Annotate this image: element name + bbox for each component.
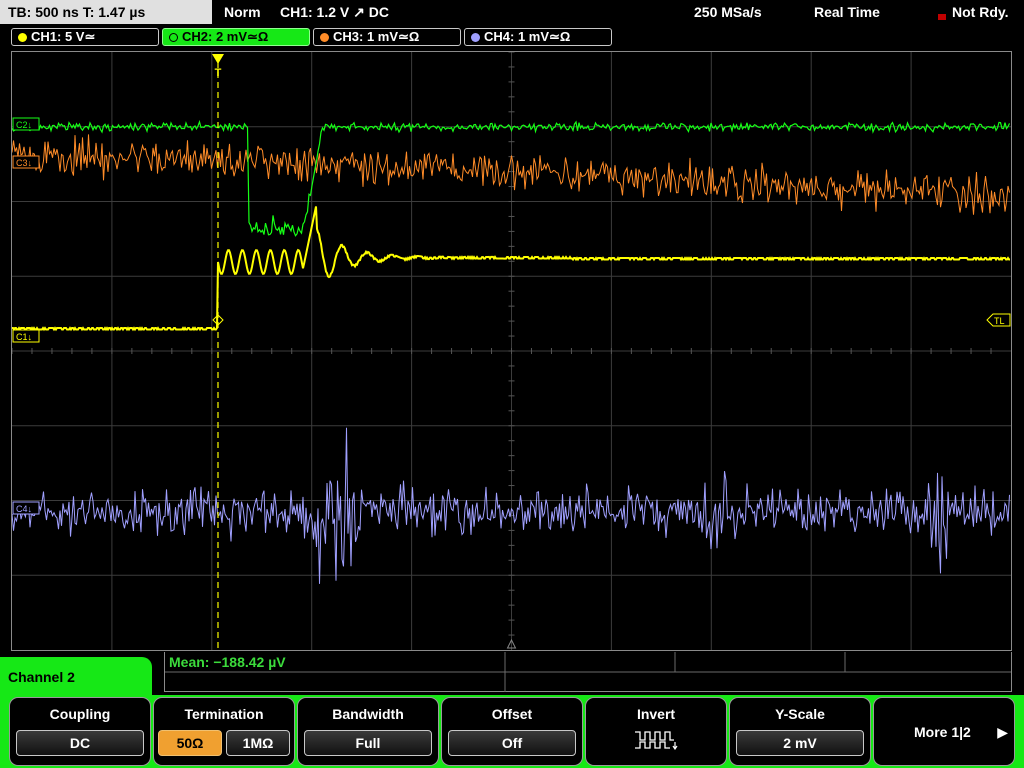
yscale-softkey[interactable]: Y-Scale 2 mV	[729, 697, 871, 766]
measurement-panel	[164, 652, 1012, 692]
ch2-label: CH2: 2 mV≃Ω	[182, 29, 269, 44]
ch1-label: CH1: 5 V≃	[31, 29, 96, 44]
trigger-level-label: TL	[994, 316, 1005, 326]
not-ready-indicator	[938, 14, 946, 20]
invert-title: Invert	[636, 706, 676, 722]
ch2-dot-icon	[169, 33, 178, 42]
trigger-position-label: T	[215, 67, 222, 79]
ch3-trace	[12, 134, 1010, 215]
termination-50ohm-button[interactable]: 50Ω	[158, 730, 222, 756]
acquisition-state: Not Rdy.	[952, 4, 1009, 20]
coupling-title: Coupling	[49, 706, 111, 722]
tab-ch3[interactable]: CH3: 1 mV≃Ω	[313, 28, 461, 46]
termination-softkey[interactable]: Termination 50Ω 1MΩ	[153, 697, 295, 766]
ch4-dot-icon	[471, 33, 480, 42]
channel-menu-title: Channel 2	[8, 669, 75, 685]
trigger-setting[interactable]: CH1: 1.2 V ↗ DC	[280, 0, 389, 24]
bandwidth-softkey[interactable]: Bandwidth Full	[297, 697, 439, 766]
bandwidth-value-button[interactable]: Full	[304, 730, 432, 756]
trigger-position-icon	[212, 54, 224, 64]
tab-ch4[interactable]: CH4: 1 mV≃Ω	[464, 28, 612, 46]
coupling-softkey[interactable]: Coupling DC	[9, 697, 151, 766]
mean-measurement[interactable]: Mean: −188.42 µV	[169, 654, 286, 670]
grid-lines	[12, 52, 1011, 650]
invert-softkey[interactable]: Invert	[585, 697, 727, 766]
ch3-dot-icon	[320, 33, 329, 42]
ch3-label: CH3: 1 mV≃Ω	[333, 29, 420, 44]
ch4-label: CH4: 1 mV≃Ω	[484, 29, 571, 44]
more-softkey[interactable]: More 1|2 ▶	[873, 697, 1015, 766]
next-page-arrow-icon: ▶	[997, 724, 1008, 740]
offset-softkey[interactable]: Offset Off	[441, 697, 583, 766]
acquisition-mode: Real Time	[814, 4, 880, 20]
yscale-value-button[interactable]: 2 mV	[736, 730, 864, 756]
offset-value-button[interactable]: Off	[448, 730, 576, 756]
coupling-value-button[interactable]: DC	[16, 730, 144, 756]
bandwidth-title: Bandwidth	[332, 706, 404, 722]
termination-title: Termination	[184, 706, 264, 722]
termination-1mohm-button[interactable]: 1MΩ	[226, 730, 290, 756]
offset-title: Offset	[491, 706, 533, 722]
more-label: More 1|2	[914, 724, 971, 740]
tab-ch1[interactable]: CH1: 5 V≃	[11, 28, 159, 46]
ch2-trace	[12, 119, 1011, 237]
tab-ch2[interactable]: CH2: 2 mV≃Ω	[162, 28, 310, 46]
ch1-dot-icon	[18, 33, 27, 42]
ch2-ground-marker: C2↓	[16, 120, 32, 130]
ch3-ground-marker: C3↓	[16, 158, 32, 168]
status-bar: TB: 500 ns T: 1.47 µs Norm CH1: 1.2 V ↗ …	[0, 0, 1024, 24]
waveform-display[interactable]: T C2↓ C3↓ C1↓ C4↓ TL	[11, 51, 1012, 651]
ch1-ground-marker: C1↓	[16, 332, 32, 342]
trigger-mode[interactable]: Norm	[224, 0, 261, 24]
ch4-ground-marker: C4↓	[16, 504, 32, 514]
graticule: T C2↓ C3↓ C1↓ C4↓ TL	[12, 52, 1011, 650]
invert-waveform-icon	[635, 731, 678, 750]
yscale-title: Y-Scale	[775, 706, 825, 722]
measurement-grid	[165, 652, 1011, 692]
timebase-readout[interactable]: TB: 500 ns T: 1.47 µs	[0, 0, 212, 24]
sample-rate: 250 MSa/s	[694, 4, 762, 20]
